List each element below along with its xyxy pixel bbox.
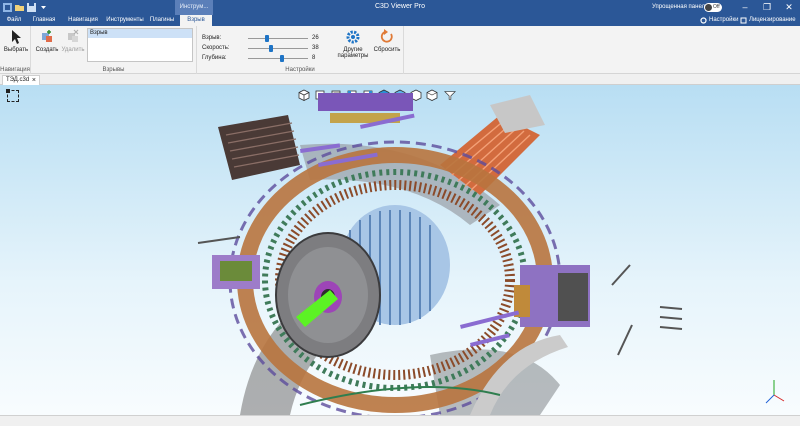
tab-home[interactable]: Главная bbox=[28, 15, 60, 26]
minimize-button[interactable]: – bbox=[734, 0, 756, 15]
document-tab[interactable]: ТЭД.c3d × bbox=[2, 75, 40, 85]
ribbon-panel: Выбрать Навигация Создать Удалить Взрыв … bbox=[0, 26, 800, 74]
toggle-knob bbox=[705, 4, 712, 11]
cursor-arrow-icon bbox=[12, 30, 21, 44]
speed-slider-value: 38 bbox=[312, 45, 319, 51]
title-bar: Инструм... C3D Viewer Pro Упрощенная пан… bbox=[0, 0, 800, 15]
create-scheme-button[interactable]: Создать bbox=[35, 29, 59, 53]
explosions-group-label: Взрывы bbox=[102, 67, 125, 73]
navigation-group: Выбрать Навигация bbox=[0, 26, 31, 74]
depth-slider-thumb[interactable] bbox=[280, 55, 285, 62]
speed-slider-track[interactable] bbox=[248, 45, 308, 52]
speed-slider-label: Скорость: bbox=[202, 45, 230, 51]
terminal-box-right[interactable] bbox=[514, 265, 590, 327]
other-parameters-button[interactable]: Другие параметры bbox=[337, 29, 369, 59]
heat-sink-left[interactable] bbox=[218, 115, 300, 180]
explosion-scheme-list[interactable]: Взрыв bbox=[87, 28, 193, 62]
toggle-state-label: Off bbox=[713, 4, 720, 10]
select-button-label: Выбрать bbox=[3, 47, 29, 53]
depth-slider-track[interactable] bbox=[248, 55, 308, 62]
explode-slider-value: 26 bbox=[312, 35, 319, 41]
depth-slider-value: 8 bbox=[312, 55, 316, 61]
reset-button-label: Сбросить bbox=[373, 47, 401, 53]
create-scheme-icon bbox=[42, 30, 52, 42]
terminal-box-left[interactable] bbox=[212, 255, 260, 289]
depth-slider-label: Глубина: bbox=[202, 55, 227, 61]
reset-button[interactable]: Сбросить bbox=[373, 29, 401, 53]
delete-button-label: Удалить bbox=[61, 47, 85, 53]
ribbon-tabs: Файл Главная Навигация Инструменты Плаги… bbox=[0, 15, 800, 26]
delete-scheme-icon bbox=[68, 29, 79, 42]
document-tab-label: ТЭД.c3d bbox=[6, 77, 30, 83]
settings-group: Взрыв: 26 Скорость: 38 Глубина: 8 Другие… bbox=[197, 26, 404, 74]
speed-slider-row: Скорость: 38 bbox=[202, 44, 324, 53]
explode-slider-track[interactable] bbox=[248, 35, 308, 42]
explode-slider-label: Взрыв: bbox=[202, 35, 222, 41]
axis-triad-icon bbox=[765, 380, 785, 404]
speed-slider-thumb[interactable] bbox=[269, 45, 274, 52]
other-params-label-line2: параметры bbox=[337, 53, 369, 59]
tab-navigation[interactable]: Навигация bbox=[62, 15, 104, 26]
explode-slider-row: Взрыв: 26 bbox=[202, 34, 324, 43]
select-button[interactable]: Выбрать bbox=[3, 29, 29, 53]
document-tab-bar: ТЭД.c3d × bbox=[0, 74, 800, 85]
settings-gear-icon bbox=[700, 17, 707, 24]
licensing-link[interactable]: Лицензирование bbox=[749, 15, 796, 26]
top-terminal-bar[interactable] bbox=[318, 93, 413, 111]
maximize-button[interactable]: ❐ bbox=[756, 0, 778, 15]
delete-scheme-button[interactable]: Удалить bbox=[61, 29, 85, 53]
depth-slider-row: Глубина: 8 bbox=[202, 54, 324, 63]
navigation-group-label: Навигация bbox=[0, 67, 30, 73]
explode-slider-thumb[interactable] bbox=[264, 35, 269, 42]
tab-tools[interactable]: Инструменты bbox=[104, 15, 146, 26]
list-item[interactable]: Взрыв bbox=[88, 29, 192, 38]
close-tab-icon[interactable]: × bbox=[32, 76, 36, 85]
exploded-motor-model[interactable] bbox=[0, 85, 800, 415]
explosions-group: Создать Удалить Взрыв Взрывы bbox=[31, 26, 197, 74]
simplified-panel-label: Упрощенная панель bbox=[652, 4, 709, 10]
license-icon bbox=[740, 17, 747, 24]
simplified-panel-toggle[interactable]: Off bbox=[704, 3, 722, 12]
reset-arrow-icon bbox=[380, 29, 393, 43]
tab-explode[interactable]: Взрыв bbox=[180, 15, 212, 26]
gear-icon bbox=[346, 30, 360, 44]
settings-link[interactable]: Настройки bbox=[709, 15, 738, 26]
3d-viewport[interactable] bbox=[0, 85, 800, 415]
tab-file[interactable]: Файл bbox=[2, 15, 26, 26]
create-button-label: Создать bbox=[35, 47, 59, 53]
tab-plugins[interactable]: Плагины bbox=[146, 15, 178, 26]
settings-group-label: Настройки bbox=[285, 67, 315, 73]
close-button[interactable]: ✕ bbox=[778, 0, 800, 15]
status-bar bbox=[0, 415, 800, 426]
